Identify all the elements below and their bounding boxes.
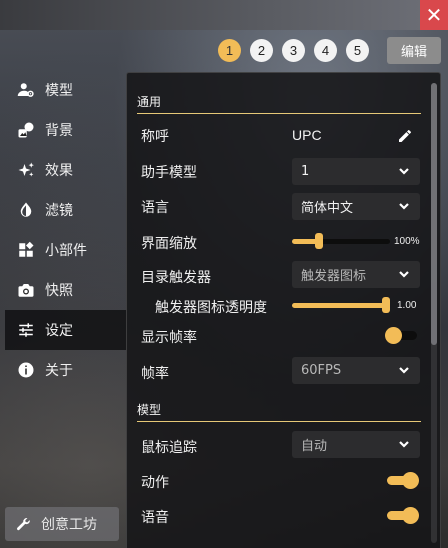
close-icon: ✕ (425, 3, 443, 27)
title-strip (0, 0, 448, 30)
toggle-knob (402, 507, 419, 524)
page-tab-1[interactable]: 1 (218, 39, 241, 62)
edit-nickname-button[interactable] (397, 128, 413, 144)
info-icon (16, 360, 36, 380)
sidebar-item-filters[interactable]: 滤镜 (5, 190, 127, 230)
fps-select[interactable]: 60FPS (292, 357, 420, 384)
sidebar-item-label: 设定 (45, 323, 73, 339)
voice-toggle[interactable] (385, 507, 419, 525)
workshop-button[interactable]: 创意工坊 (5, 507, 119, 541)
page-tab-2[interactable]: 2 (250, 39, 273, 62)
sidebar-item-about[interactable]: 关于 (5, 350, 127, 390)
widgets-icon (16, 240, 36, 260)
nickname-label: 称呼 (141, 129, 169, 145)
trigger-opacity-slider[interactable] (292, 297, 390, 313)
menu-trigger-value: 触发器图标 (301, 269, 367, 284)
page-tab-3[interactable]: 3 (282, 39, 305, 62)
chevron-down-icon (398, 364, 410, 376)
sidebar-item-label: 模型 (45, 83, 73, 99)
menu-trigger-label: 目录触发器 (141, 270, 211, 286)
fps-value: 60FPS (301, 363, 342, 378)
sidebar-item-model[interactable]: 模型 (5, 70, 127, 110)
sidebar-item-background[interactable]: 背景 (5, 110, 127, 150)
sparkle-icon (16, 160, 36, 180)
assistant-model-label: 助手模型 (141, 165, 197, 181)
sidebar-item-label: 快照 (45, 283, 73, 299)
language-value: 简体中文 (301, 201, 354, 216)
trigger-opacity-value: 1.00 (397, 300, 417, 311)
sidebar: 模型 背景 效果 滤镜 小部件 快照 设定 关于 (5, 70, 127, 390)
motion-label: 动作 (141, 475, 169, 491)
edit-button[interactable]: 编辑 (387, 37, 441, 64)
settings-panel: 通用 称呼 UPC 助手模型 1 语言 简体中文 界面缩放 100% 目录触发器… (126, 72, 441, 548)
scrollbar-thumb[interactable] (431, 83, 437, 345)
chevron-down-icon (398, 165, 410, 177)
wrench-icon (16, 517, 30, 530)
language-label: 语言 (141, 200, 169, 216)
menu-trigger-select[interactable]: 触发器图标 (292, 261, 420, 288)
sliders-icon (16, 320, 36, 340)
toggle-knob (402, 472, 419, 489)
language-select[interactable]: 简体中文 (292, 193, 420, 220)
voice-label: 语音 (141, 510, 169, 526)
ui-scale-slider[interactable] (292, 233, 390, 249)
page-tabs: 1 2 3 4 5 (218, 39, 369, 62)
sidebar-item-settings[interactable]: 设定 (5, 310, 127, 350)
sidebar-item-label: 小部件 (45, 243, 87, 259)
motion-toggle[interactable] (385, 472, 419, 490)
page-tab-5[interactable]: 5 (346, 39, 369, 62)
sidebar-item-label: 背景 (45, 123, 73, 139)
toggle-knob (385, 327, 402, 344)
ui-scale-label: 界面缩放 (141, 236, 197, 252)
slider-knob[interactable] (315, 233, 323, 249)
workshop-label: 创意工坊 (41, 517, 97, 533)
section-title-general: 通用 (137, 93, 421, 114)
pencil-icon (399, 130, 411, 142)
show-fps-label: 显示帧率 (141, 330, 197, 346)
camera-icon (16, 280, 36, 300)
sidebar-item-snapshot[interactable]: 快照 (5, 270, 127, 310)
page-tab-4[interactable]: 4 (314, 39, 337, 62)
mouse-tracking-label: 鼠标追踪 (141, 440, 197, 456)
image-icon (16, 120, 36, 140)
assistant-model-select[interactable]: 1 (292, 158, 420, 185)
ui-scale-value: 100% (394, 236, 420, 247)
assistant-model-value: 1 (301, 164, 310, 179)
trigger-opacity-label: 触发器图标透明度 (155, 300, 267, 316)
slider-fill (292, 303, 386, 308)
sidebar-item-label: 滤镜 (45, 203, 73, 219)
fps-label: 帧率 (141, 366, 169, 382)
sidebar-item-label: 关于 (45, 363, 73, 379)
nickname-value: UPC (292, 127, 322, 143)
chevron-down-icon (398, 200, 410, 212)
mouse-tracking-select[interactable]: 自动 (292, 431, 420, 458)
sidebar-item-label: 效果 (45, 163, 73, 179)
user-settings-icon (16, 80, 36, 100)
contrast-icon (16, 200, 36, 220)
slider-knob[interactable] (382, 297, 390, 313)
sidebar-item-widgets[interactable]: 小部件 (5, 230, 127, 270)
chevron-down-icon (398, 268, 410, 280)
chevron-down-icon (398, 438, 410, 450)
close-button[interactable]: ✕ (420, 0, 448, 30)
section-title-model: 模型 (137, 401, 421, 422)
mouse-tracking-value: 自动 (301, 439, 328, 454)
show-fps-toggle[interactable] (385, 327, 419, 345)
sidebar-item-effects[interactable]: 效果 (5, 150, 127, 190)
